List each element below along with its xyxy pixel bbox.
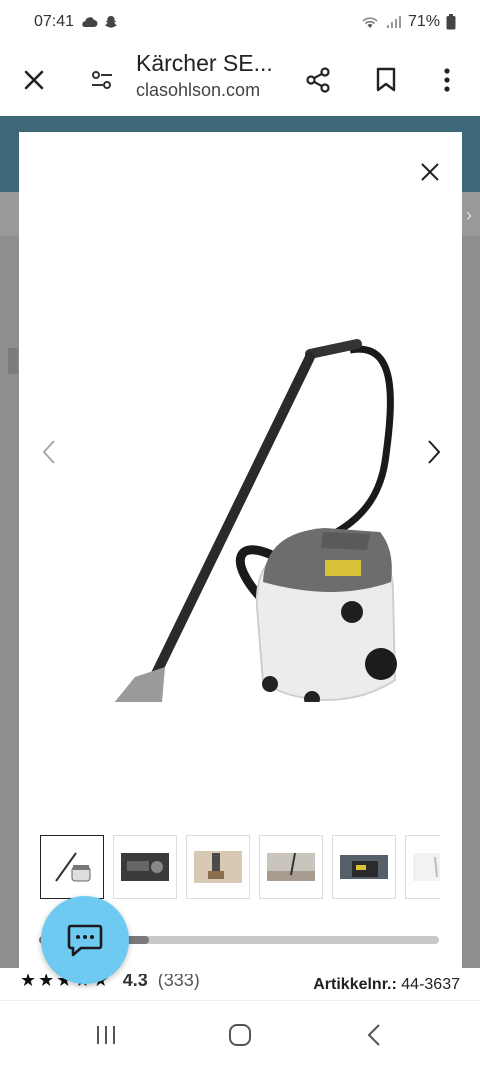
battery-percent: 71% [407, 13, 440, 30]
modal-close-button[interactable] [416, 158, 444, 186]
chat-bubble-icon [67, 924, 103, 957]
thumbnail[interactable] [259, 835, 323, 899]
recent-apps-button[interactable] [86, 1019, 126, 1051]
thumbnail-image [413, 853, 440, 881]
signal-icon [386, 16, 401, 28]
back-icon [367, 1024, 380, 1046]
thumbnail[interactable] [332, 835, 396, 899]
home-button[interactable] [220, 1019, 260, 1051]
article-number: Artikkelnr.: 44-3637 [313, 976, 460, 994]
battery-icon [446, 14, 456, 30]
thumbnail-scroll-track[interactable] [115, 936, 439, 944]
title-block[interactable]: Kärcher SE... clasohlson.com [136, 50, 306, 101]
page-title: Kärcher SE... [136, 50, 273, 76]
share-icon [306, 67, 330, 93]
page-edge-element [8, 348, 18, 374]
chevron-left-icon [42, 440, 55, 464]
browser-toolbar: Kärcher SE... clasohlson.com [0, 44, 480, 116]
chevron-right-icon: › [466, 205, 472, 225]
thumbnail-image [340, 855, 388, 879]
thumbnail-image [267, 852, 315, 881]
recent-apps-icon [97, 1026, 115, 1044]
site-settings-button[interactable] [80, 58, 124, 102]
article-value: 44-3637 [401, 976, 460, 993]
thumbnail[interactable] [186, 835, 250, 899]
wifi-icon [362, 17, 378, 28]
thumbnail[interactable] [40, 835, 104, 899]
close-tab-button[interactable] [12, 58, 56, 102]
bookmark-button[interactable] [364, 58, 408, 102]
article-label: Artikkelnr.: [313, 976, 397, 993]
system-nav-bar [0, 1000, 480, 1067]
home-icon [229, 1024, 251, 1046]
status-time: 07:41 [34, 13, 75, 30]
back-button[interactable] [354, 1019, 394, 1051]
close-icon [421, 163, 439, 181]
thumbnail-image [194, 851, 242, 883]
status-bar: 07:41 71% [0, 0, 480, 44]
cloud-icon [82, 17, 98, 27]
page-url: clasohlson.com [136, 80, 261, 100]
more-menu-button[interactable] [425, 58, 469, 102]
thumbnail[interactable] [113, 835, 177, 899]
thumbnail-image [55, 852, 91, 882]
bookmark-icon [376, 67, 396, 92]
thumbnail[interactable] [405, 835, 440, 899]
close-icon [24, 70, 44, 90]
image-gallery-modal [19, 132, 462, 974]
thumbnail-image [121, 853, 169, 881]
previous-image-button[interactable] [37, 434, 61, 470]
tune-icon [92, 71, 112, 89]
snapchat-icon [104, 16, 118, 28]
product-image [114, 339, 397, 702]
more-vert-icon [444, 68, 450, 92]
chat-button[interactable] [41, 896, 129, 984]
thumbnail-strip [40, 835, 440, 901]
share-button[interactable] [296, 58, 340, 102]
